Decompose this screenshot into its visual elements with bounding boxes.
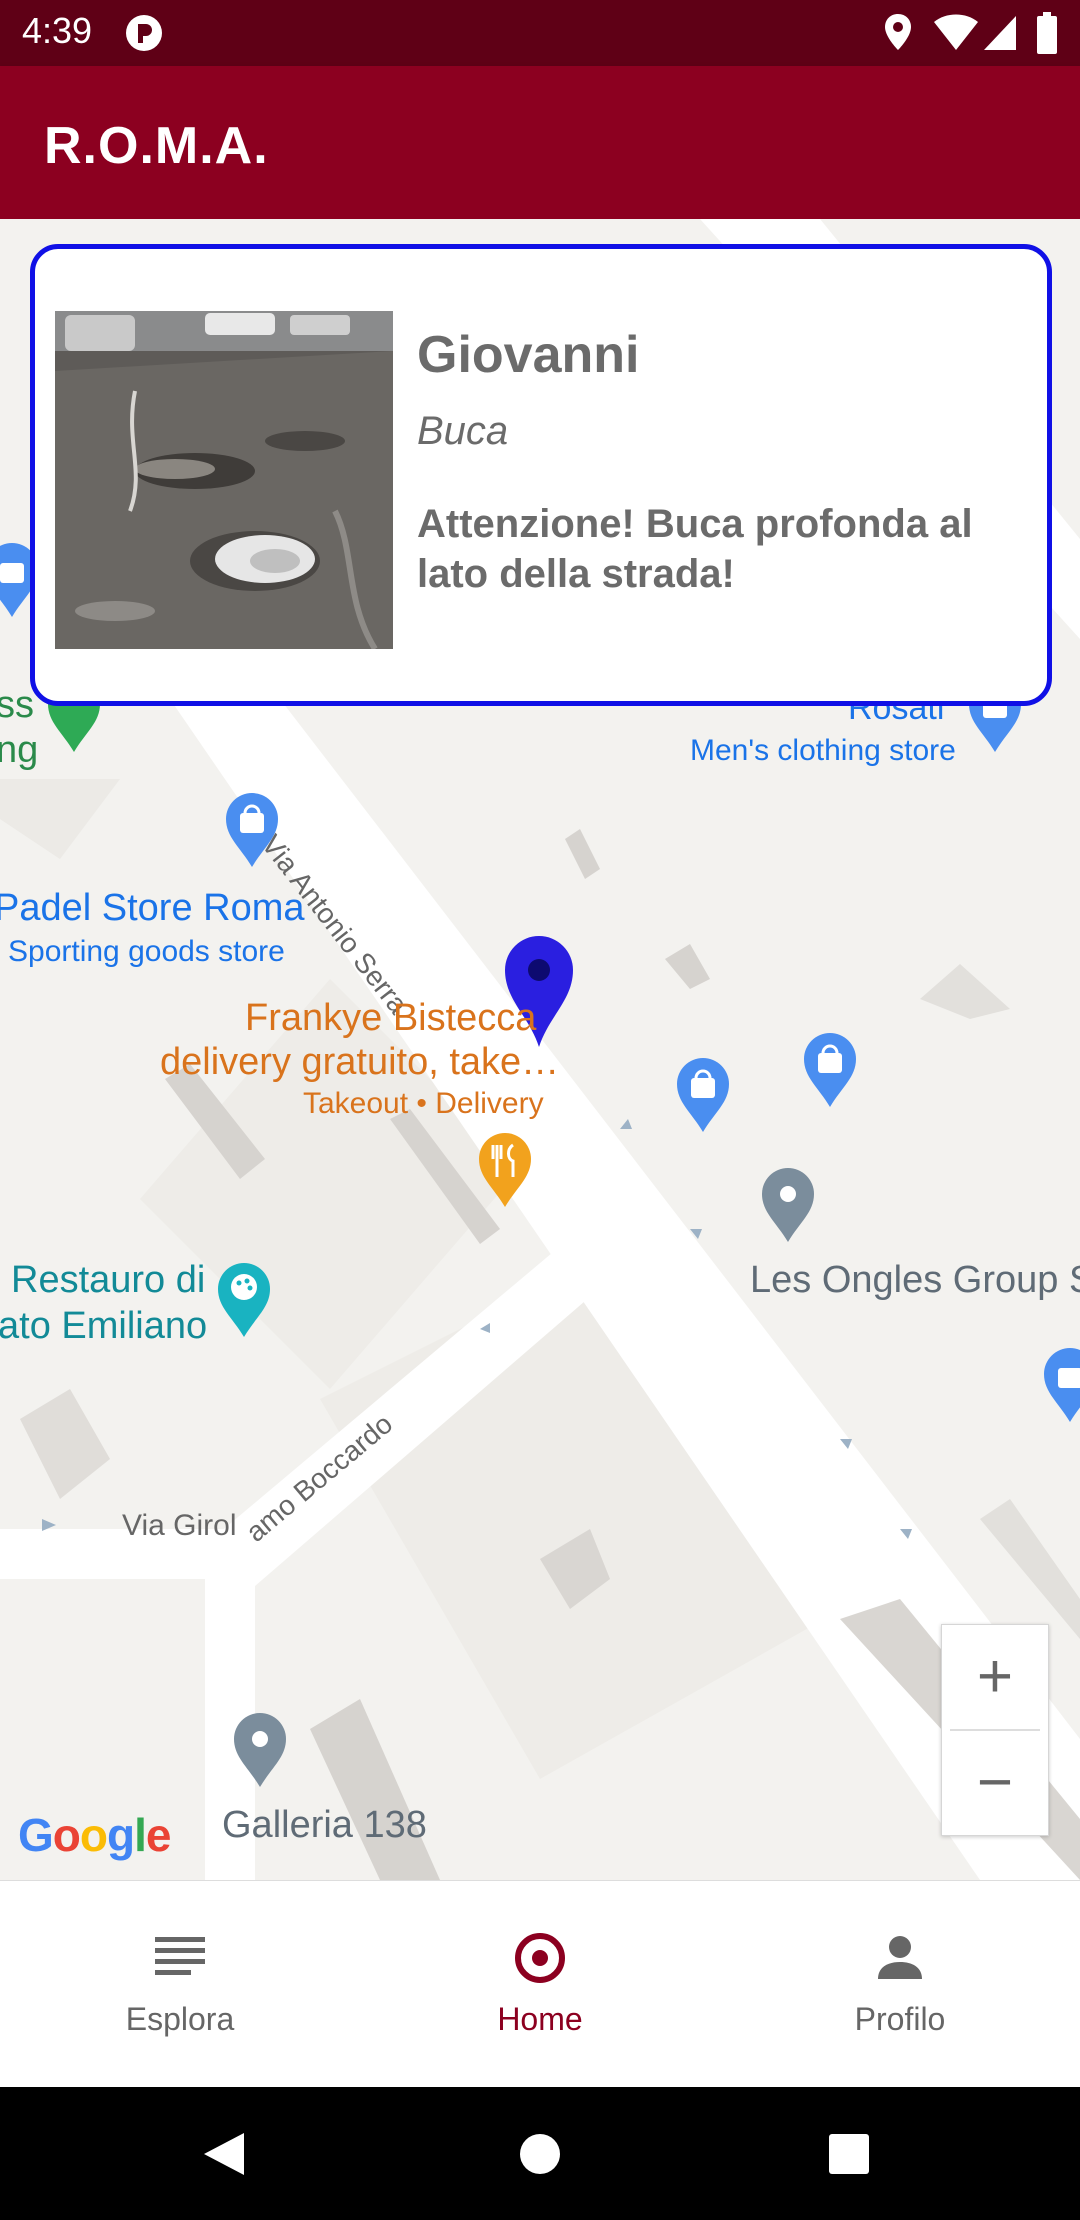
report-description: Attenzione! Buca profonda al lato della … <box>417 502 973 596</box>
app-title: R.O.M.A. <box>44 117 269 175</box>
poi-label-les-ongles: Les Ongles Group S <box>750 1259 1080 1301</box>
report-author: Giovanni <box>417 326 640 384</box>
location-status-icon <box>885 14 911 50</box>
nav-item-home[interactable]: Home <box>360 1881 720 2088</box>
nav-label-home: Home <box>497 2001 583 2037</box>
poi-label-frankye-2: delivery gratuito, take… <box>160 1041 560 1083</box>
home-circle-icon[interactable] <box>518 2132 562 2176</box>
nav-label-profilo: Profilo <box>854 2001 946 2037</box>
wifi-icon <box>934 14 978 50</box>
zoom-controls: + − <box>941 1624 1049 1836</box>
poi-label-restauro-1: l Restauro di <box>0 1259 206 1301</box>
battery-icon <box>1037 12 1057 54</box>
poi-label-frankye-1: Frankye Bistecca <box>245 997 537 1039</box>
nav-item-esplora[interactable]: Esplora <box>0 1881 360 2088</box>
restaurant-icon[interactable] <box>475 1129 535 1209</box>
app-notification-icon <box>126 15 162 51</box>
recents-square-icon[interactable] <box>828 2133 870 2175</box>
shopping-bag-icon[interactable] <box>1040 1344 1080 1424</box>
poi-label-restauro-2: ato Emiliano <box>0 1305 208 1347</box>
list-icon <box>155 1937 205 1975</box>
shopping-bag-icon[interactable] <box>800 1029 860 1109</box>
street-label-boccardo-a: Via Girol <box>122 1509 237 1542</box>
zoom-out-button[interactable]: − <box>942 1731 1048 1835</box>
bottom-navigation: Esplora Home Profilo <box>0 1880 1080 2088</box>
report-card[interactable]: Giovanni Buca Attenzione! Buca profonda … <box>30 244 1052 706</box>
nav-item-profilo[interactable]: Profilo <box>720 1881 1080 2088</box>
report-photo <box>55 311 393 649</box>
place-marker-icon[interactable] <box>758 1164 818 1244</box>
poi-label-partial-1: ss <box>0 684 34 726</box>
system-navigation-bar <box>0 2087 1080 2220</box>
back-icon[interactable] <box>202 2131 246 2177</box>
report-category: Buca <box>417 409 509 453</box>
poi-label-partial-2: ng <box>0 729 39 771</box>
poi-sublabel-mens-clothing: Men's clothing store <box>690 734 956 767</box>
poi-sublabel-sporting-goods: Sporting goods store <box>8 935 285 968</box>
poi-label-galleria: Galleria 138 <box>222 1804 427 1846</box>
poi-label-padel-store: Padel Store Roma <box>0 887 305 929</box>
google-logo: Google <box>18 1809 171 1861</box>
location-target-icon <box>515 1933 565 1983</box>
signal-icon <box>984 16 1016 50</box>
art-palette-icon[interactable] <box>214 1259 274 1339</box>
status-bar: 4:39 <box>0 0 1080 66</box>
status-time: 4:39 <box>22 10 93 51</box>
nav-label-esplora: Esplora <box>125 2001 235 2037</box>
person-icon <box>878 1936 922 1979</box>
zoom-in-button[interactable]: + <box>942 1625 1048 1729</box>
place-marker-icon[interactable] <box>230 1709 290 1789</box>
shopping-bag-icon[interactable] <box>673 1054 733 1134</box>
app-bar: R.O.M.A. <box>0 66 1080 219</box>
poi-sublabel-frankye: Takeout • Delivery <box>303 1087 544 1120</box>
